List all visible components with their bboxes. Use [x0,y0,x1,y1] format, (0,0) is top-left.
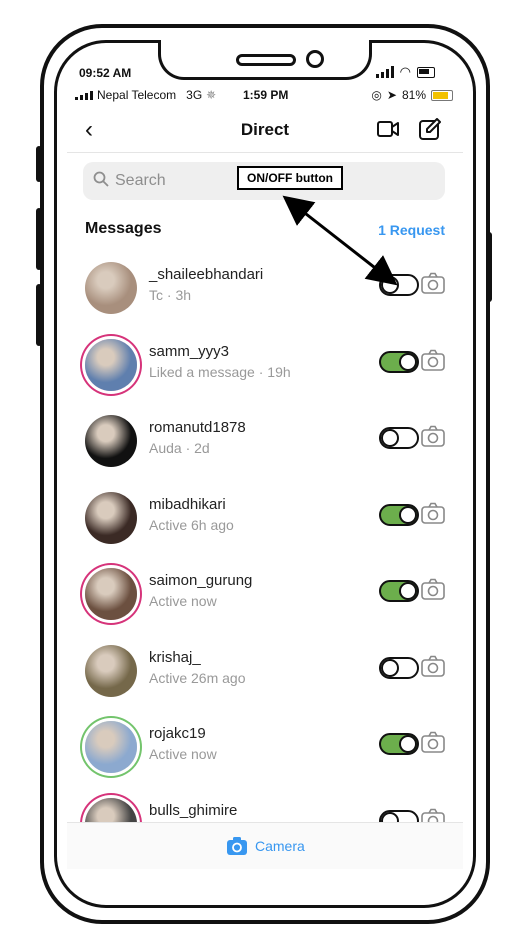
toggle-knob [399,735,417,753]
conversation-subtitle: Active 6h ago [149,516,234,533]
toggle-knob [381,429,399,447]
toggle-knob [399,352,417,371]
toggle-knob [399,505,417,524]
camera-icon[interactable] [421,731,445,753]
camera-icon[interactable] [421,349,445,371]
camera-icon[interactable] [421,425,445,447]
avatar[interactable] [85,415,137,467]
on-off-toggle[interactable] [379,580,419,602]
location-icon: ➤ [386,88,397,102]
battery-icon [431,89,453,101]
conversation-row[interactable]: krishaj_ Active 26m ago [67,637,463,713]
conversation-row[interactable]: _shaileebhandari Tc · 3h [67,254,463,330]
avatar[interactable] [85,491,137,544]
search-icon [93,171,109,187]
conversation-username: romanutd1878 [149,419,246,436]
conversation-subtitle: Active now [149,746,217,762]
side-button-left [36,284,42,346]
request-link[interactable]: 1 Request [378,222,445,238]
battery-percent: 81% [401,88,426,102]
status-time: 1:59 PM [243,88,289,102]
on-off-toggle[interactable] [379,274,419,296]
conversation-subtitle: Active 26m ago [149,669,246,686]
conversation-subtitle: Auda · 2d [149,440,210,456]
avatar[interactable] [85,338,137,391]
camera-icon [227,837,247,855]
conversation-username: rojakc19 [149,725,206,742]
conversation-username: saimon_gurung [149,572,253,589]
on-off-toggle[interactable] [379,733,419,755]
camera-button[interactable]: Camera [227,837,305,855]
status-bar: Nepal Telecom 3G ✵ 1:59 PM ◎ ➤ 81% [67,87,463,103]
on-off-toggle[interactable] [379,350,419,373]
speaker-grille [236,54,296,66]
camera-icon[interactable] [421,272,445,294]
bottom-bar: Camera [67,822,463,869]
camera-icon[interactable] [421,502,445,524]
conversation-subtitle: Tc · 3h [149,287,192,303]
camera-label: Camera [255,838,305,854]
conversation-username: samm_yyy3 [149,342,230,360]
device-time: 09:52 AM [79,66,132,80]
signal-icon [375,66,394,78]
avatar[interactable] [85,721,137,773]
loading-icon: ✵ [206,88,217,102]
conversation-username: mibadhikari [149,495,226,513]
signal-icon [75,90,93,100]
search-placeholder: Search [115,172,166,189]
on-off-toggle[interactable] [379,656,419,679]
conversation-username: krishaj_ [149,648,201,666]
avatar[interactable] [85,644,137,697]
on-off-annotation-label: ON/OFF button [237,166,343,190]
side-button-left [36,208,42,270]
toggle-knob [399,582,417,600]
conversation-subtitle: Liked a message · 19h [149,363,291,380]
battery-icon [417,66,435,78]
conversation-row[interactable]: mibadhikari Active 6h ago [67,484,463,560]
carrier-name: Nepal Telecom [97,88,177,102]
side-button-right [486,232,492,302]
device-status-icons: ◠ [375,64,435,80]
avatar[interactable] [85,262,137,314]
conversation-row[interactable]: romanutd1878 Auda · 2d [67,407,463,483]
side-button-left [36,146,42,182]
nav-bar: ‹ Direct [67,112,463,153]
front-camera [306,50,324,68]
on-off-toggle[interactable] [379,427,419,449]
lock-rotation-icon: ◎ [371,88,382,102]
new-message-icon[interactable] [419,118,441,140]
conversation-row[interactable]: samm_yyy3 Liked a message · 19h [67,331,463,407]
avatar[interactable] [85,568,137,620]
page-title: Direct [240,120,290,139]
conversation-row[interactable]: rojakc19 Active now [67,713,463,789]
conversation-username: _shaileebhandari [149,266,264,283]
on-off-toggle[interactable] [379,503,419,526]
messages-heading: Messages [85,220,162,237]
conversation-username: bulls_ghimire [149,801,238,819]
camera-icon[interactable] [421,578,445,600]
conversation-subtitle: Active now [149,593,217,609]
toggle-knob [381,276,399,294]
conversation-row[interactable]: saimon_gurung Active now [67,560,463,636]
toggle-knob [381,658,399,677]
video-call-icon[interactable] [377,120,399,138]
camera-icon[interactable] [421,655,445,677]
network-type: 3G [186,88,203,102]
wifi-icon: ◠ [399,64,411,79]
